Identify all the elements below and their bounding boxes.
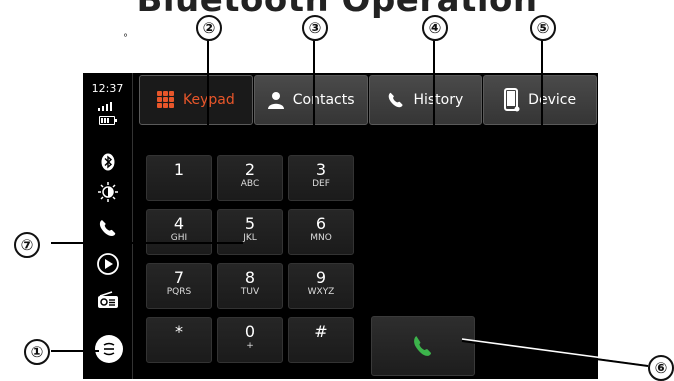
key-letters: GHI (170, 233, 188, 243)
callout-4: ④ (422, 15, 448, 41)
keypad-key[interactable]: 3 DEF (288, 155, 354, 201)
key-letters: JKL (243, 233, 257, 243)
keypad-key[interactable]: 7 PQRS (146, 263, 212, 309)
key-digit: 1 (173, 160, 185, 179)
key-digit: 6 (315, 214, 327, 233)
key-letters: WXYZ (307, 287, 335, 297)
smartphone-icon (504, 88, 520, 112)
callout-7: ⑦ (14, 232, 40, 258)
key-letters: MNO (310, 233, 332, 243)
tab-label: Device (528, 92, 577, 108)
stray-mark: ° (123, 33, 128, 44)
tab-keypad[interactable]: Keypad (139, 75, 253, 125)
key-letters: DEF (312, 179, 330, 189)
battery-icon (99, 116, 117, 125)
key-digit: 4 (173, 214, 185, 233)
key-digit: 8 (244, 268, 256, 287)
key-letters: ABC (240, 179, 260, 189)
key-digit: 7 (173, 268, 185, 287)
callout-2: ② (196, 15, 222, 41)
callout-5: ⑤ (530, 15, 556, 41)
keypad-key[interactable]: 5 JKL (217, 209, 283, 255)
keypad-key[interactable]: 9 WXYZ (288, 263, 354, 309)
key-digit: 2 (244, 160, 256, 179)
play-icon[interactable] (83, 251, 132, 277)
phone-icon (387, 90, 405, 110)
tab-label: History (413, 92, 464, 108)
bluetooth-icon[interactable] (83, 149, 132, 175)
tab-label: Keypad (183, 92, 235, 108)
keypad-key[interactable]: 8 TUV (217, 263, 283, 309)
signal-strength-icon (98, 99, 116, 111)
keypad-key[interactable]: * (146, 317, 212, 363)
radio-icon[interactable] (83, 287, 132, 313)
key-letters: TUV (240, 287, 260, 297)
callout-1: ① (24, 339, 50, 365)
tab-device[interactable]: Device (483, 75, 597, 125)
key-digit: * (175, 322, 183, 341)
tab-bar: Keypad Contacts History Device (139, 75, 598, 125)
page-title: Bluetooth Operation (136, 0, 538, 20)
callout-3: ③ (302, 15, 328, 41)
keypad-key[interactable]: 1 (146, 155, 212, 201)
phone-icon[interactable] (83, 215, 132, 241)
key-digit: 0 (244, 322, 256, 341)
keypad-key[interactable]: 4 GHI (146, 209, 212, 255)
brightness-icon[interactable] (83, 179, 132, 205)
infotainment-screen: 12:37 Keypad Contacts History Device 1 2… (83, 73, 598, 379)
keypad-key[interactable]: 0 + (217, 317, 283, 363)
key-digit: # (314, 322, 328, 341)
keypad-grid-icon (157, 91, 175, 109)
tab-history[interactable]: History (368, 75, 483, 125)
keypad-key[interactable]: # (288, 317, 354, 363)
keypad-key[interactable]: 6 MNO (288, 209, 354, 255)
phone-icon (414, 336, 431, 356)
key-digit: 9 (315, 268, 327, 287)
key-digit: 5 (244, 214, 256, 233)
tab-label: Contacts (292, 92, 355, 108)
clock: 12:37 (91, 82, 124, 95)
home-menu-button[interactable] (95, 335, 123, 363)
sidebar: 12:37 (83, 73, 133, 379)
callout-6: ⑥ (648, 355, 674, 381)
person-icon (267, 91, 285, 109)
tab-contacts[interactable]: Contacts (253, 75, 368, 125)
key-letters: PQRS (166, 287, 192, 297)
keypad-key[interactable]: 2 ABC (217, 155, 283, 201)
key-digit: 3 (315, 160, 327, 179)
call-button[interactable] (371, 316, 475, 376)
key-letters: + (246, 341, 254, 351)
